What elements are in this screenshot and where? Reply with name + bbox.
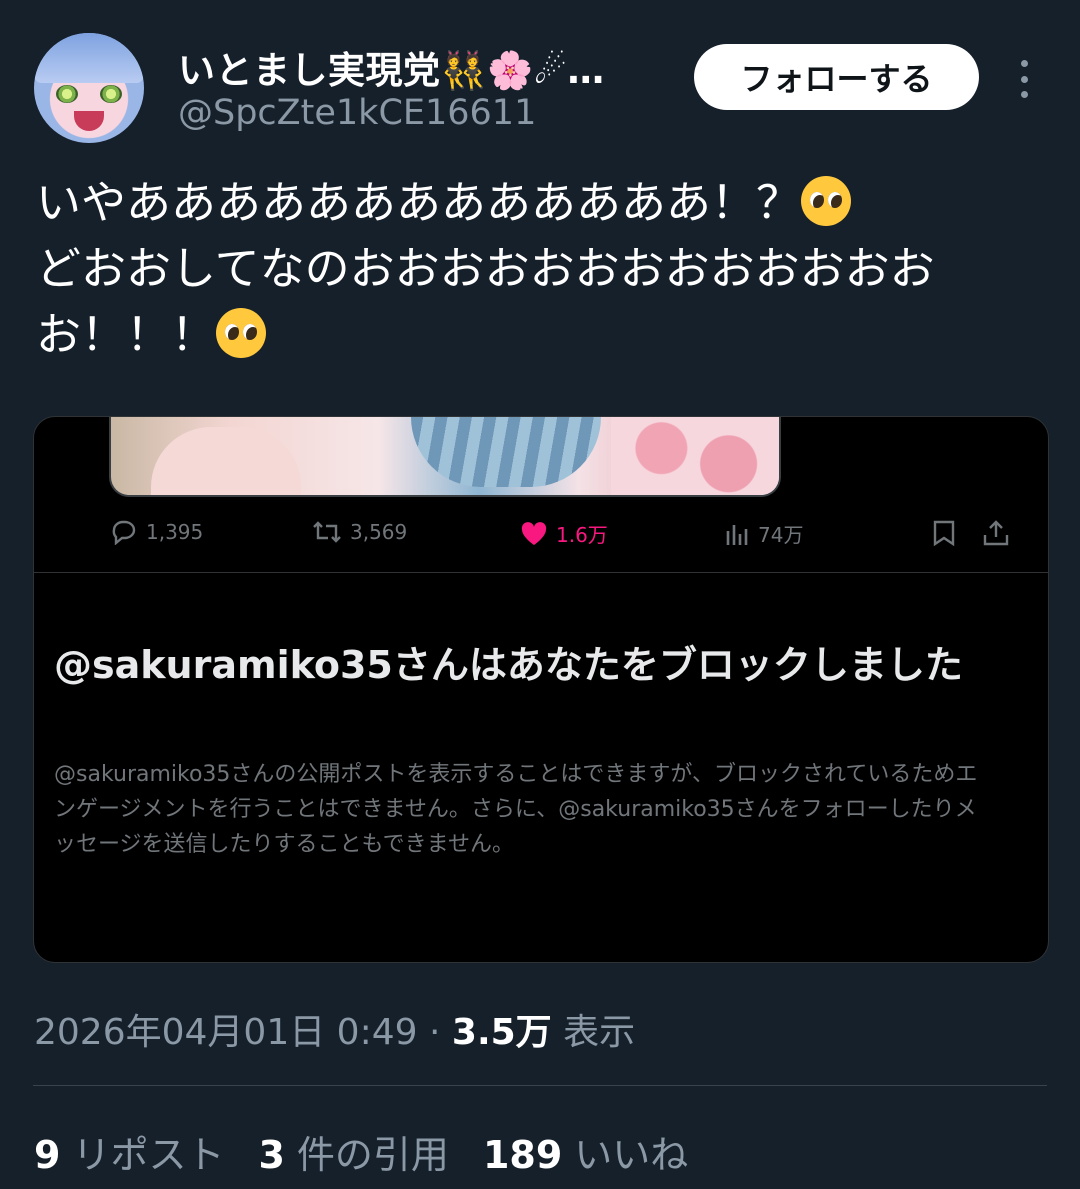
share-action: [982, 519, 1010, 547]
tweet-view-label: 表示: [563, 1012, 636, 1053]
embedded-divider: [34, 572, 1048, 573]
engagement-stats: 9 リポスト 3 件の引用 189 いいね: [34, 1124, 688, 1179]
section-divider: [33, 1085, 1047, 1086]
quotes-stat[interactable]: 3 件の引用: [258, 1124, 448, 1179]
repost-action: 3,569: [312, 519, 407, 545]
more-options-icon[interactable]: [1012, 60, 1036, 98]
reply-icon: [112, 520, 136, 545]
author-handle[interactable]: @SpcZte1kCE16611: [178, 93, 536, 133]
meta-separator: ·: [428, 1012, 441, 1053]
tweet-datetime[interactable]: 2026年04月01日 0:49: [34, 1012, 418, 1053]
reply-count: 1,395: [146, 520, 204, 544]
like-count: 1.6万: [556, 523, 608, 547]
blocked-notice-description: @sakuramiko35さんの公開ポストを表示することはできますが、ブロックさ…: [54, 762, 978, 857]
likes-stat[interactable]: 189 いいね: [483, 1124, 688, 1179]
avatar-hair: [34, 33, 144, 83]
author-avatar[interactable]: [34, 33, 144, 143]
share-icon: [983, 520, 1009, 546]
embedded-illustration: [109, 417, 781, 497]
avatar-left-eye: [56, 85, 78, 103]
views-action: 74万: [724, 519, 803, 548]
tweet-text: いやあああああああああああああ！？ どおおしてなのおおおおおおおおおおおおおお！…: [36, 170, 1056, 368]
quotes-label: 件の引用: [296, 1133, 449, 1177]
tweet-line-2: どおおしてなのおおおおおおおおおおおおおお！！！: [36, 242, 935, 361]
blocked-notice-title: @sakuramiko35さんはあなたをブロックしました: [54, 643, 963, 687]
bookmark-action: [932, 519, 956, 547]
reposts-stat[interactable]: 9 リポスト: [34, 1124, 224, 1179]
reply-action: 1,395: [110, 519, 203, 545]
bookmark-icon: [933, 520, 955, 547]
quotes-count: 3: [258, 1133, 285, 1177]
like-action: 1.6万: [520, 519, 608, 548]
heart-icon: [521, 521, 547, 545]
reposts-count: 9: [34, 1133, 61, 1177]
likes-count: 189: [482, 1133, 563, 1177]
reposts-label: リポスト: [72, 1133, 225, 1177]
author-name[interactable]: いとまし実現党👯🌸☄…: [178, 40, 605, 94]
repost-icon: [313, 521, 341, 543]
embedded-screenshot-card[interactable]: 1,395 3,569 1.6万 74万 @sakuramiko35さんはあなた…: [33, 416, 1049, 963]
follow-button[interactable]: フォローする: [694, 44, 979, 110]
likes-label: いいね: [574, 1133, 689, 1177]
embedded-action-bar: 1,395 3,569 1.6万 74万: [34, 515, 1048, 555]
avatar-mouth: [74, 111, 104, 131]
tweet-view-count: 3.5万: [451, 1012, 552, 1053]
repost-count: 3,569: [350, 520, 408, 544]
view-count-embedded: 74万: [758, 523, 804, 547]
tweet-line-1: いやあああああああああああああ！？: [36, 176, 802, 229]
analytics-icon: [726, 524, 748, 545]
pleading-face-emoji-icon: [216, 308, 267, 358]
pleading-face-emoji-icon: [801, 176, 852, 226]
avatar-right-eye: [100, 85, 122, 103]
tweet-metadata: 2026年04月01日 0:49 · 3.5万 表示: [34, 1003, 635, 1055]
